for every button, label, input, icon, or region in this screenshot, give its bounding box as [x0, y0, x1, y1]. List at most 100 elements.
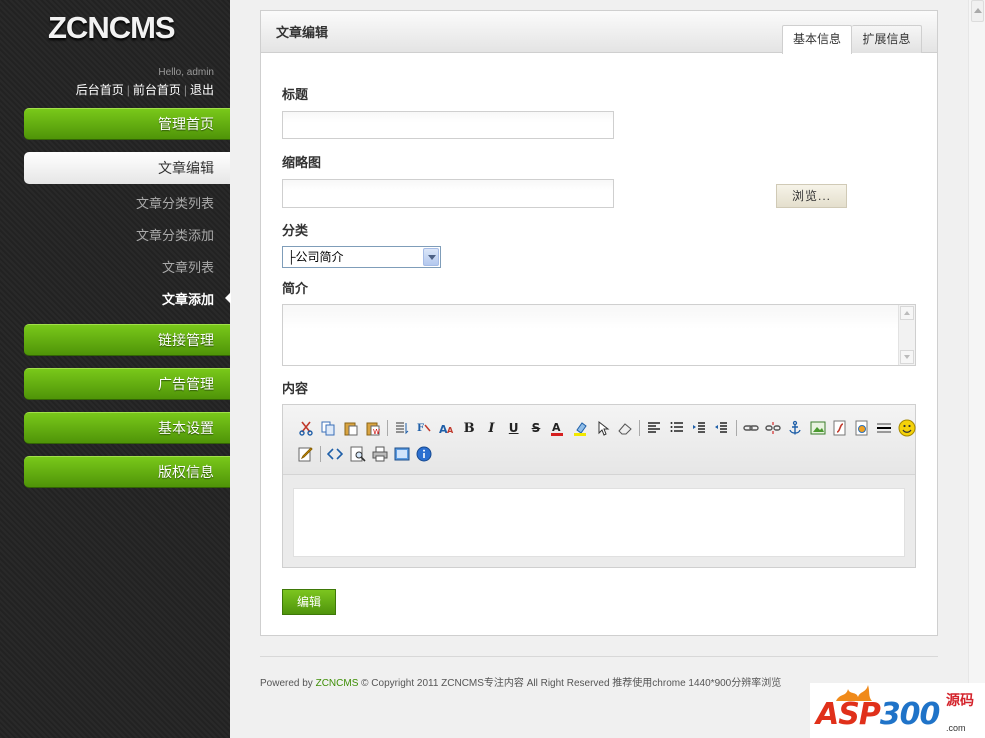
link-separator: | [126, 83, 130, 97]
emoticon-icon[interactable] [897, 418, 917, 438]
flash-icon[interactable] [830, 418, 850, 438]
nav-home[interactable]: 管理首页 [24, 108, 230, 140]
browse-button[interactable]: 浏览... [776, 184, 847, 208]
about-icon[interactable] [414, 444, 434, 464]
toolbar-separator [387, 420, 389, 436]
toolbar-separator [735, 420, 737, 436]
format-icon[interactable] [392, 418, 412, 438]
toolbar-row-2 [296, 443, 437, 465]
nav-links[interactable]: 链接管理 [24, 324, 230, 356]
preview-icon[interactable] [348, 444, 368, 464]
fullscreen-icon[interactable] [392, 444, 412, 464]
watermark-logo: ASP300 源码 .com [810, 683, 985, 738]
svg-text:W: W [373, 428, 380, 436]
svg-text:A: A [447, 426, 454, 435]
scroll-down-icon[interactable] [900, 350, 914, 364]
align-left-icon[interactable] [644, 418, 664, 438]
paste-text-icon[interactable]: W [363, 418, 383, 438]
nav-copyright[interactable]: 版权信息 [24, 456, 230, 488]
submit-button[interactable]: 编辑 [282, 589, 336, 615]
title-input[interactable] [282, 111, 614, 139]
active-indicator-icon [225, 292, 231, 304]
watermark-text: ASP300 [816, 697, 941, 732]
svg-text:A: A [552, 421, 561, 434]
link-separator: | [183, 83, 187, 97]
svg-text:F: F [417, 423, 424, 434]
admin-home-link[interactable]: 后台首页 [76, 83, 124, 97]
site-home-link[interactable]: 前台首页 [133, 83, 181, 97]
outdent-icon[interactable] [711, 418, 731, 438]
font-icon[interactable]: F [414, 418, 434, 438]
category-label: 分类 [282, 223, 309, 238]
title-label: 标题 [282, 87, 309, 102]
edit-icon[interactable] [296, 444, 316, 464]
footer-brand-link[interactable]: ZCNCMS [316, 678, 359, 689]
tab-extended-info[interactable]: 扩展信息 [852, 25, 922, 53]
user-greeting: Hello, admin [158, 67, 214, 78]
panel-title: 文章编辑 [276, 25, 329, 40]
font-size-icon[interactable]: AA [437, 418, 457, 438]
link-icon[interactable] [741, 418, 761, 438]
print-icon[interactable] [370, 444, 390, 464]
cut-icon[interactable] [296, 418, 316, 438]
footer: Powered by ZCNCMS © Copyright 2011 ZCNCM… [260, 674, 781, 689]
thumbnail-input[interactable] [282, 179, 614, 208]
watermark-asp: ASP [816, 697, 881, 732]
list-icon[interactable] [667, 418, 687, 438]
toolbar-separator [320, 446, 322, 462]
thumbnail-label: 缩略图 [282, 155, 322, 170]
unlink-icon[interactable] [763, 418, 783, 438]
copy-icon[interactable] [318, 418, 338, 438]
image-icon[interactable] [808, 418, 828, 438]
footer-divider [260, 656, 938, 657]
category-selected-value: ├公司简介 [287, 250, 344, 264]
tab-basic-info[interactable]: 基本信息 [782, 25, 852, 54]
source-icon[interactable] [325, 444, 345, 464]
watermark-domain: .com [946, 723, 966, 733]
rich-text-editor: W F AA B I U S A [282, 404, 916, 568]
page-scrollbar[interactable] [968, 0, 985, 738]
paste-icon[interactable] [341, 418, 361, 438]
watermark-300: 300 [879, 697, 941, 732]
subnav-category-list[interactable]: 文章分类列表 [136, 193, 214, 212]
footer-copyright: © Copyright 2011 ZCNCMS专注内容 All Right Re… [361, 678, 782, 689]
summary-scrollbar[interactable] [898, 305, 915, 365]
toolbar-row-1: W F AA B I U S A [296, 417, 919, 439]
content-label: 内容 [282, 381, 309, 396]
subnav-article-add[interactable]: 文章添加 [162, 289, 214, 308]
footer-powered-by: Powered by [260, 678, 313, 689]
highlight-icon[interactable] [571, 418, 591, 438]
scroll-up-icon[interactable] [971, 0, 984, 22]
nav-settings[interactable]: 基本设置 [24, 412, 230, 444]
underline-icon[interactable]: U [504, 418, 524, 438]
subnav-category-add[interactable]: 文章分类添加 [136, 225, 214, 244]
summary-label: 简介 [282, 281, 309, 296]
font-color-icon[interactable]: A [548, 418, 568, 438]
logo: ZCNCMS [48, 10, 176, 45]
select-icon[interactable] [593, 418, 613, 438]
editor-content-area[interactable] [293, 488, 905, 557]
scroll-up-icon[interactable] [900, 306, 914, 320]
subnav-article-list[interactable]: 文章列表 [162, 257, 214, 276]
top-links: 后台首页 | 前台首页 | 退出 [76, 81, 214, 98]
watermark-cn: 源码 [946, 692, 974, 708]
logout-link[interactable]: 退出 [190, 83, 214, 97]
eraser-icon[interactable] [615, 418, 635, 438]
category-select[interactable]: ├公司简介 [282, 246, 441, 268]
strikethrough-icon[interactable]: S [526, 418, 546, 438]
indent-icon[interactable] [689, 418, 709, 438]
chevron-down-icon[interactable] [423, 248, 439, 266]
hr-icon[interactable] [874, 418, 894, 438]
nav-ads[interactable]: 广告管理 [24, 368, 230, 400]
italic-icon[interactable]: I [481, 418, 501, 438]
media-icon[interactable] [852, 418, 872, 438]
nav-article-edit[interactable]: 文章编辑 [24, 152, 230, 184]
sidebar: ZCNCMS Hello, admin 后台首页 | 前台首页 | 退出 管理首页 文章… [0, 0, 231, 738]
anchor-icon[interactable] [785, 418, 805, 438]
bold-icon[interactable]: B [459, 418, 479, 438]
panel-header: 文章编辑 基本信息 扩展信息 [261, 11, 937, 54]
article-edit-panel: 文章编辑 基本信息 扩展信息 标题 缩略图 浏览... 分类 ├公司简介 简介 … [260, 10, 938, 636]
editor-toolbar: W F AA B I U S A [283, 405, 916, 475]
summary-textarea[interactable] [282, 304, 916, 366]
toolbar-separator [639, 420, 641, 436]
